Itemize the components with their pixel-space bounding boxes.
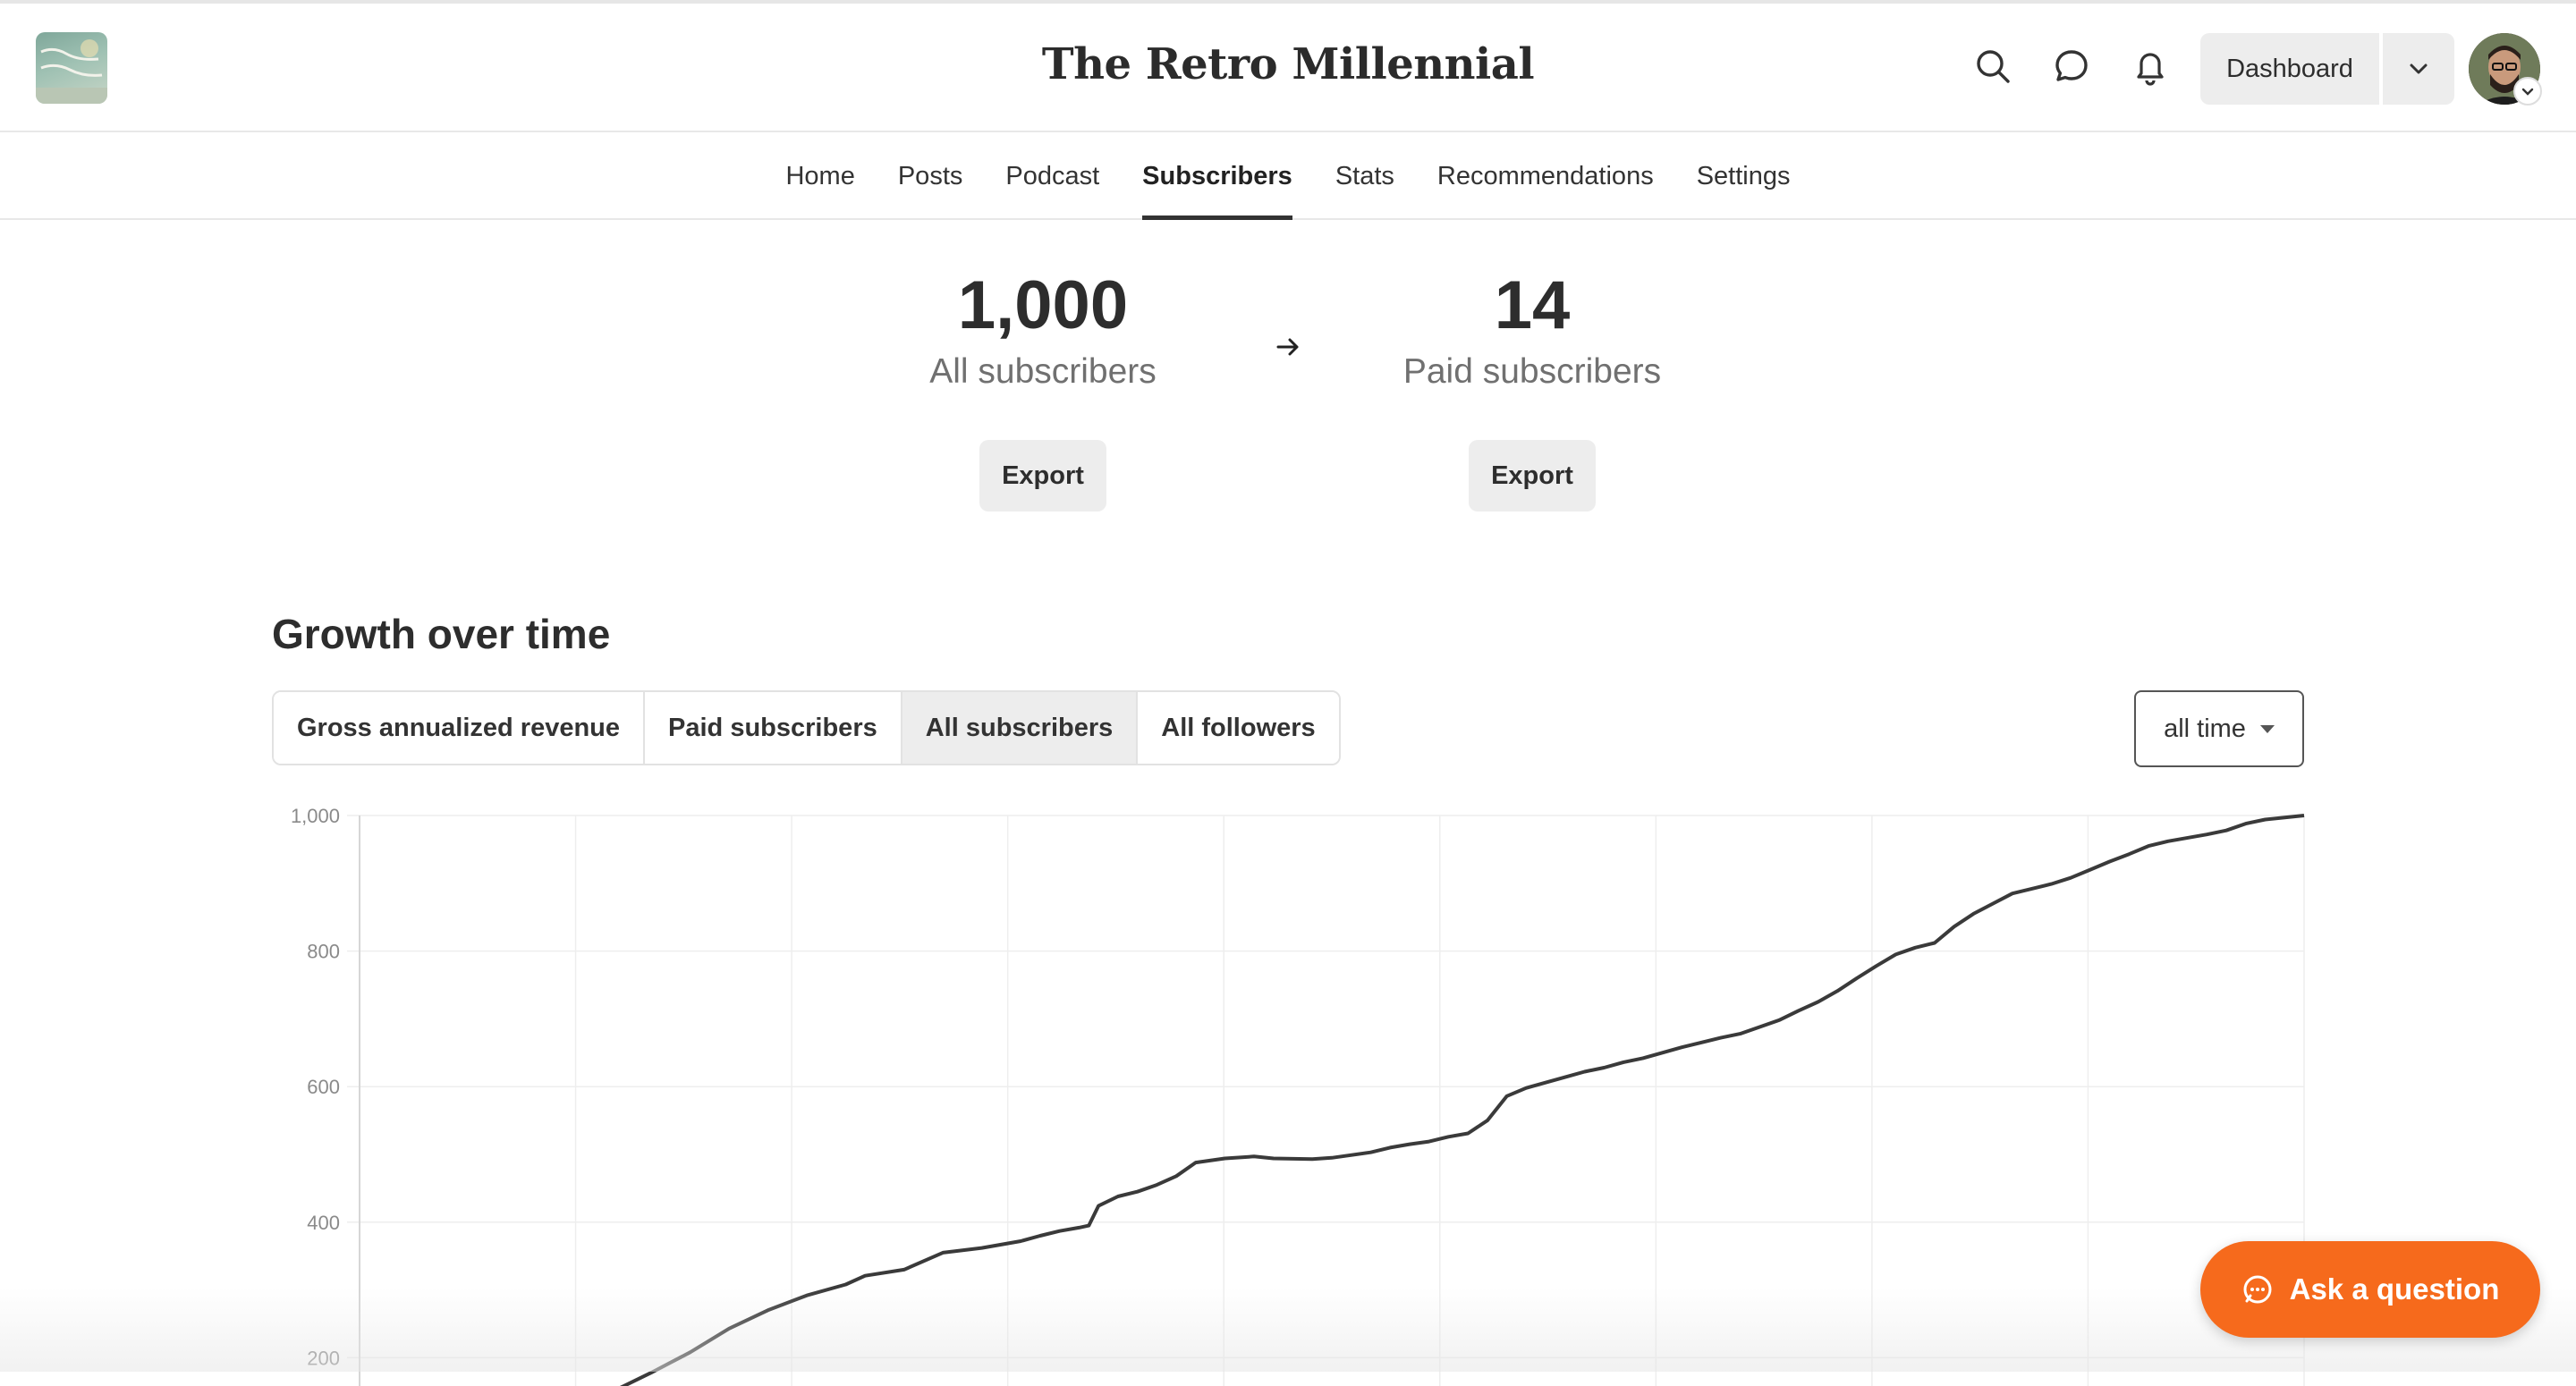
chart-grid bbox=[360, 815, 2305, 1386]
y-tick-label: 1,000 bbox=[291, 805, 340, 827]
time-range-value: all time bbox=[2164, 714, 2246, 743]
publication-title: The Retro Millennial bbox=[1041, 39, 1535, 89]
segment-all-subscribers[interactable]: All subscribers bbox=[902, 692, 1139, 764]
chat-icon[interactable] bbox=[2050, 45, 2093, 88]
tab-home[interactable]: Home bbox=[764, 134, 876, 218]
chart-y-axis: 1,000 800 600 400 200 bbox=[291, 805, 360, 1386]
all-subscribers-label: All subscribers bbox=[929, 351, 1157, 391]
chat-bubble-icon bbox=[2243, 1275, 2272, 1304]
chart-series bbox=[619, 814, 2305, 1386]
ask-question-button[interactable]: Ask a question bbox=[2200, 1241, 2540, 1338]
publication-logo[interactable] bbox=[36, 32, 107, 104]
tab-posts[interactable]: Posts bbox=[877, 134, 985, 218]
caret-down-icon bbox=[2259, 724, 2275, 733]
all-subscribers-stat: 1,000 All subscribers bbox=[855, 268, 1231, 392]
series-line-all-subscribers bbox=[619, 814, 2305, 1386]
bell-icon[interactable] bbox=[2129, 45, 2172, 88]
tab-stats[interactable]: Stats bbox=[1314, 134, 1416, 218]
avatar-menu-chevron-icon[interactable] bbox=[2513, 77, 2542, 106]
all-subscribers-count: 1,000 bbox=[957, 267, 1129, 343]
search-icon[interactable] bbox=[1971, 45, 2014, 88]
chevron-down-icon bbox=[2410, 63, 2428, 74]
tab-settings[interactable]: Settings bbox=[1675, 134, 1812, 218]
y-tick-label: 600 bbox=[307, 1076, 340, 1098]
growth-section-title: Growth over time bbox=[272, 611, 611, 657]
paid-subscribers-stat: 14 Paid subscribers bbox=[1344, 268, 1720, 392]
segment-paid-subscribers[interactable]: Paid subscribers bbox=[645, 692, 902, 764]
y-tick-label: 800 bbox=[307, 941, 340, 963]
top-header: The Retro Millennial Dashboard bbox=[0, 4, 2576, 132]
y-tick-label: 400 bbox=[307, 1212, 340, 1234]
tab-recommendations[interactable]: Recommendations bbox=[1416, 134, 1675, 218]
segment-all-followers[interactable]: All followers bbox=[1138, 692, 1339, 764]
dashboard-menu-toggle[interactable] bbox=[2383, 33, 2454, 105]
growth-chart: 1,000 800 600 400 200 bbox=[291, 805, 2305, 1386]
y-tick-label: 200 bbox=[307, 1347, 340, 1369]
paid-subscribers-label: Paid subscribers bbox=[1402, 351, 1662, 391]
export-paid-subscribers-button[interactable]: Export bbox=[1469, 440, 1596, 511]
arrow-right-icon bbox=[1276, 338, 1299, 356]
tab-podcast[interactable]: Podcast bbox=[984, 134, 1121, 218]
dashboard-button[interactable]: Dashboard bbox=[2200, 33, 2379, 105]
export-all-subscribers-button[interactable]: Export bbox=[979, 440, 1106, 511]
segment-gross-annualized-revenue[interactable]: Gross annualized revenue bbox=[274, 692, 646, 764]
paid-subscribers-count: 14 bbox=[1494, 267, 1571, 343]
growth-metric-selector: Gross annualized revenue Paid subscriber… bbox=[272, 690, 1341, 765]
tab-subscribers[interactable]: Subscribers bbox=[1121, 134, 1314, 220]
nav-tabs: Home Posts Podcast Subscribers Stats Rec… bbox=[0, 134, 2576, 220]
time-range-select[interactable]: all time bbox=[2134, 690, 2304, 767]
ask-question-label: Ask a question bbox=[2289, 1272, 2500, 1306]
